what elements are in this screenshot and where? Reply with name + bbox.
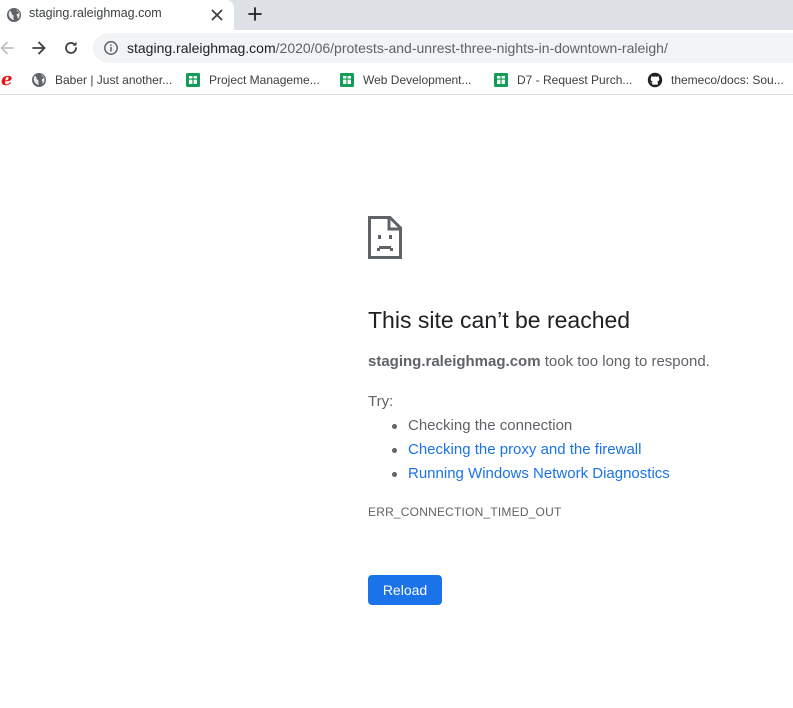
info-icon[interactable]	[103, 40, 119, 56]
error-code: ERR_CONNECTION_TIMED_OUT	[368, 505, 562, 519]
error-host: staging.raleighmag.com	[368, 353, 541, 370]
suggestion-list: Checking the connection Checking the pro…	[368, 415, 670, 487]
bookmark-label: themeco/docs: Sou...	[671, 73, 784, 87]
close-icon	[211, 9, 223, 21]
new-tab-button[interactable]	[245, 4, 265, 24]
bookmark-label: Baber | Just another...	[55, 73, 173, 87]
try-label: Try:	[368, 393, 394, 410]
globe-icon	[32, 73, 46, 87]
bookmark-web-development[interactable]: Web Development...	[339, 71, 472, 89]
sheets-icon	[340, 73, 354, 87]
url-path: /2020/06/protests-and-unrest-three-night…	[275, 40, 668, 56]
ie-icon: e	[1, 69, 13, 90]
plus-icon	[248, 7, 262, 21]
globe-icon	[7, 8, 21, 22]
bookmark-label: D7 - Request Purch...	[517, 73, 633, 87]
error-message: took too long to respond.	[540, 353, 710, 370]
url-text[interactable]: staging.raleighmag.com/2020/06/protests-…	[127, 40, 668, 56]
error-title: This site can’t be reached	[368, 307, 631, 333]
bookmark-ie[interactable]: e	[1, 71, 12, 89]
bookmark-label: Web Development...	[363, 73, 472, 87]
bookmark-request-purchase[interactable]: D7 - Request Purch...	[493, 71, 632, 89]
suggestion-network-diagnostics-link[interactable]: Running Windows Network Diagnostics	[408, 465, 670, 482]
github-icon	[647, 72, 663, 88]
arrow-right-icon	[32, 41, 46, 55]
suggestion-item: Checking the proxy and the firewall	[368, 439, 670, 463]
suggestion-item: Running Windows Network Diagnostics	[368, 463, 670, 487]
bookmark-label: Project Manageme...	[209, 73, 320, 87]
bookmark-project-management[interactable]: Project Manageme...	[185, 71, 320, 89]
sheets-icon	[494, 73, 508, 87]
back-button[interactable]	[0, 38, 17, 58]
bookmark-baber[interactable]: Baber | Just another...	[31, 71, 172, 89]
reload-page-button[interactable]	[61, 38, 81, 58]
suggestion-proxy-firewall-link[interactable]: Checking the proxy and the firewall	[408, 441, 641, 458]
suggestion-item: Checking the connection	[368, 415, 670, 439]
tab-close-button[interactable]	[208, 6, 226, 24]
bookmarks-bar: e Baber | Just another... Project Manage…	[0, 66, 793, 95]
arrow-left-icon	[0, 41, 14, 55]
reload-icon	[65, 41, 77, 54]
tab-title: staging.raleighmag.com	[29, 6, 162, 20]
browser-toolbar: staging.raleighmag.com/2020/06/protests-…	[0, 30, 793, 66]
reload-button[interactable]: Reload	[368, 575, 442, 605]
error-description: staging.raleighmag.com took too long to …	[368, 353, 710, 370]
tab-strip: staging.raleighmag.com	[0, 0, 793, 30]
active-tab[interactable]: staging.raleighmag.com	[0, 0, 234, 30]
sad-page-icon	[368, 216, 402, 259]
suggestion-check-connection: Checking the connection	[408, 417, 573, 434]
url-host: staging.raleighmag.com	[127, 40, 276, 56]
sheets-icon	[186, 73, 200, 87]
bookmark-themeco-docs[interactable]: themeco/docs: Sou...	[647, 71, 784, 89]
forward-button[interactable]	[29, 38, 49, 58]
address-bar[interactable]: staging.raleighmag.com/2020/06/protests-…	[93, 33, 793, 63]
